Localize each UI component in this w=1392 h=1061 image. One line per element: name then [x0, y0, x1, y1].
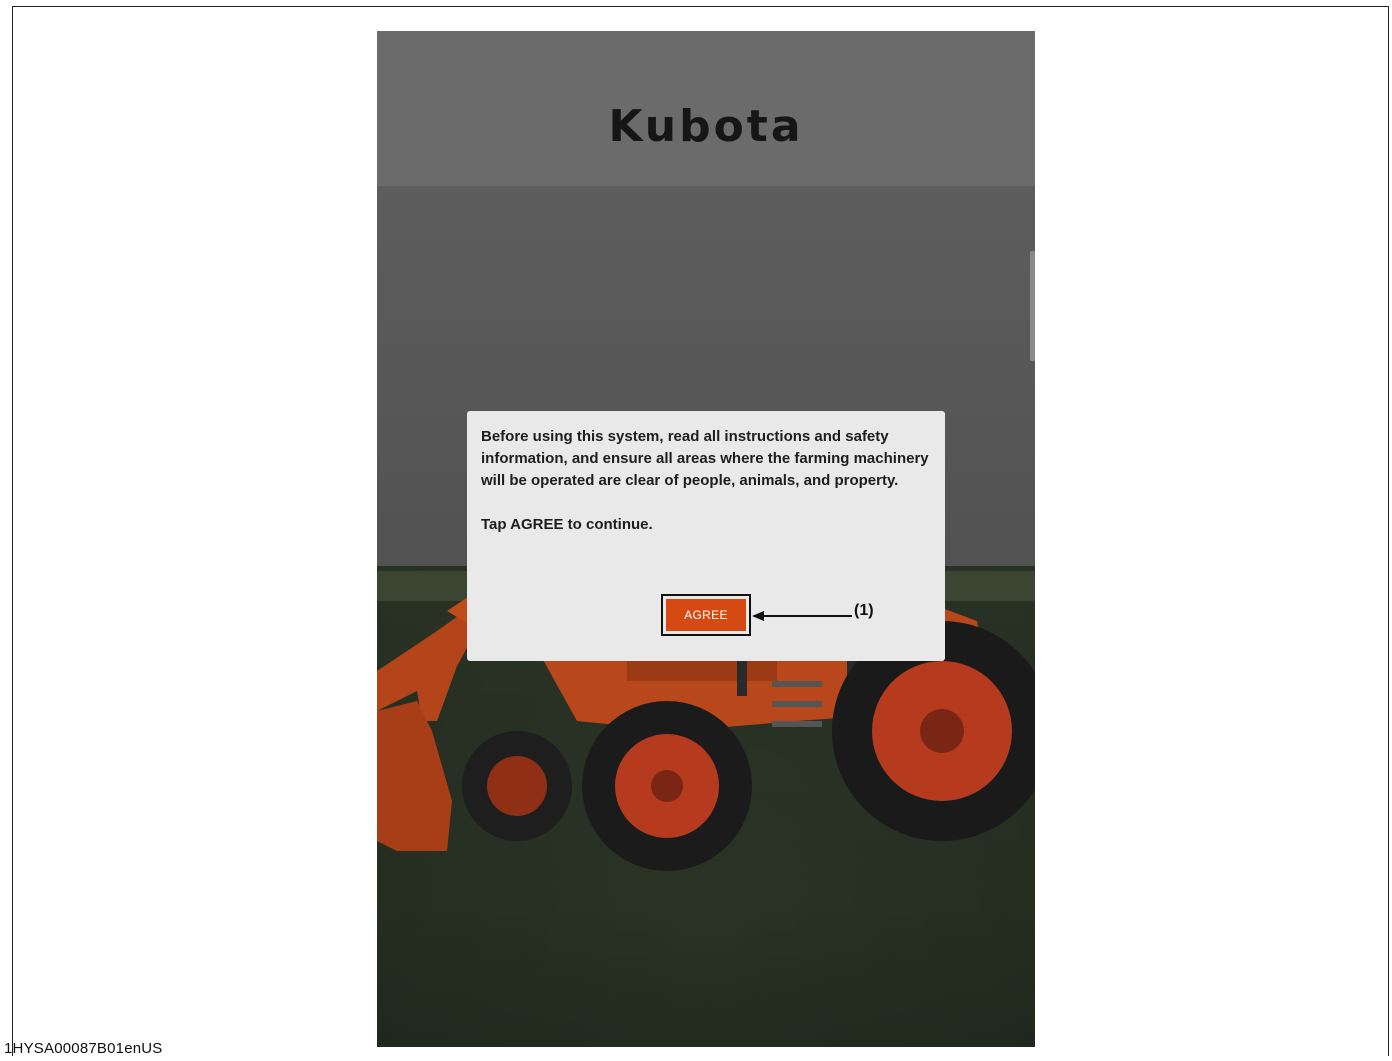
agree-button-highlight: AGREE [661, 594, 751, 636]
callout-label: (1) [854, 602, 874, 619]
continue-instruction: Tap AGREE to continue. [481, 516, 653, 533]
agree-button[interactable]: AGREE [666, 599, 746, 631]
arrow-left-icon [752, 611, 852, 621]
safety-message: Before using this system, read all instr… [481, 428, 929, 489]
side-drawer-handle[interactable] [1030, 251, 1035, 361]
app-header: Kubota [377, 31, 1035, 186]
kubota-logo: Kubota [608, 101, 804, 152]
document-id: 1HYSA00087B01enUS [4, 1040, 163, 1057]
